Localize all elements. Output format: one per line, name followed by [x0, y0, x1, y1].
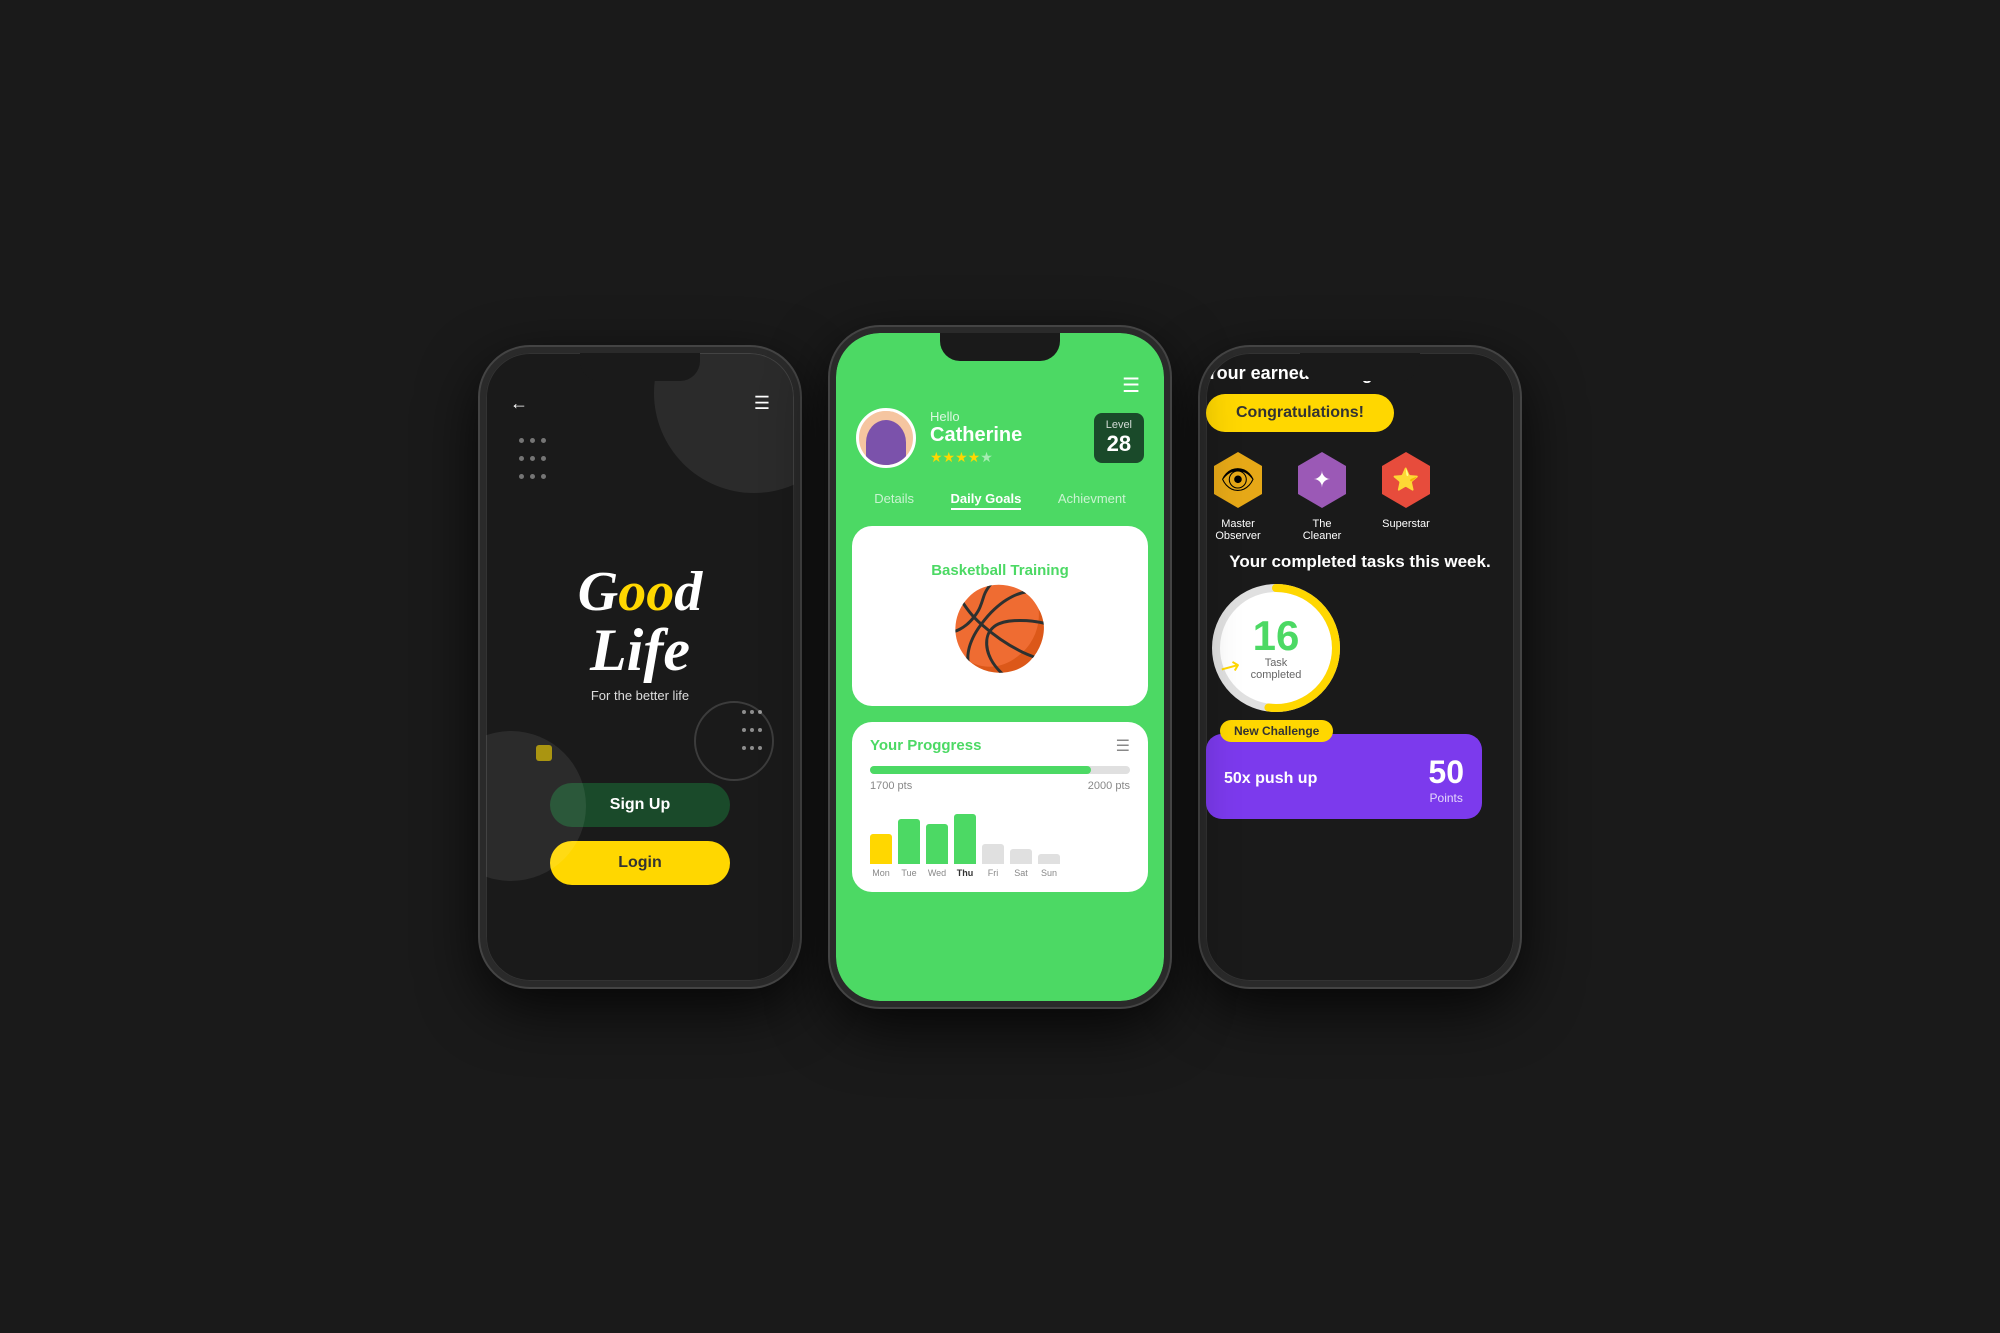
congrats-button[interactable]: Congratulations! — [1206, 394, 1394, 432]
challenge-name: 50x push up — [1224, 770, 1317, 788]
logo-area: Good Life For the better life — [486, 564, 794, 703]
notch-3 — [1300, 353, 1420, 381]
tasks-circle: 16 Task completed — [1206, 578, 1346, 718]
avatar-head — [872, 408, 900, 420]
badge-superstar: ⭐ Superstar — [1374, 448, 1438, 542]
notch-1 — [580, 353, 700, 381]
tasks-label: Task completed — [1241, 657, 1311, 681]
tabs: Details Daily Goals Achievment — [836, 483, 1164, 518]
phone-3: Your earned a badge Congratulations! 👁 M… — [1200, 347, 1520, 987]
user-name: Catherine — [930, 424, 1080, 447]
master-observer-name: MasterObserver — [1215, 518, 1260, 542]
phone-2: ☰ Hello Catherine ★★★★★ — [830, 327, 1170, 1007]
badge-the-cleaner: ✦ TheCleaner — [1290, 448, 1354, 542]
challenge-card: New Challenge 50x push up 50 Points — [1206, 734, 1482, 819]
tab-achievement[interactable]: Achievment — [1058, 491, 1126, 510]
progress-track — [870, 766, 1130, 774]
superstar-icon: ⭐ — [1392, 467, 1419, 493]
the-cleaner-icon: ✦ — [1313, 467, 1331, 493]
tab-daily-goals[interactable]: Daily Goals — [951, 491, 1022, 510]
progress-card: Your Proggress ☰ 1700 pts 2000 pts — [852, 722, 1148, 892]
challenge-points-container: 50 Points — [1428, 754, 1464, 805]
back-icon[interactable]: ← — [510, 393, 528, 414]
user-info: Hello Catherine ★★★★★ — [930, 409, 1080, 466]
basketball-icon: 🏀 — [950, 589, 1050, 669]
tagline: For the better life — [486, 688, 794, 703]
avatar — [856, 408, 916, 468]
deco-square — [536, 745, 552, 761]
challenge-pts-label: Points — [1428, 791, 1464, 805]
progress-fill — [870, 766, 1091, 774]
progress-labels: 1700 pts 2000 pts — [870, 780, 1130, 792]
challenge-badge-label: New Challenge — [1220, 720, 1333, 742]
menu-icon-2[interactable]: ☰ — [1122, 373, 1140, 398]
level-badge: Level 28 — [1094, 413, 1144, 463]
completed-tasks-title: Your completed tasks this week. — [1206, 552, 1514, 572]
badge-master-observer: 👁 MasterObserver — [1206, 448, 1270, 542]
bar-chart — [870, 804, 1130, 864]
challenge-points: 50 — [1428, 754, 1464, 791]
progress-start: 1700 pts — [870, 780, 912, 792]
bar-days: Mon Tue Wed Thu Fri Sat Sun — [870, 868, 1130, 878]
level-number: 28 — [1106, 431, 1132, 457]
phone-1: ← ☰ Good Life For the better life Sign U… — [480, 347, 800, 987]
progress-title: Your Proggress — [870, 737, 981, 754]
tab-details[interactable]: Details — [874, 491, 914, 510]
master-observer-icon: 👁 — [1220, 463, 1256, 496]
tasks-number: 16 — [1241, 615, 1311, 657]
superstar-name: Superstar — [1382, 518, 1430, 530]
basketball-card: Basketball Training 🏀 — [852, 526, 1148, 706]
the-cleaner-name: TheCleaner — [1303, 518, 1342, 542]
dot-grid-topleft — [516, 433, 549, 487]
user-hello: Hello — [930, 409, 1080, 424]
progress-end: 2000 pts — [1088, 780, 1130, 792]
level-label: Level — [1106, 419, 1132, 431]
dot-grid-right — [740, 703, 764, 757]
logo-good: Good — [486, 564, 794, 620]
badges-row: 👁 MasterObserver ✦ TheCleaner — [1206, 448, 1514, 542]
user-section: Hello Catherine ★★★★★ Level 28 — [836, 408, 1164, 483]
login-button[interactable]: Login — [550, 841, 730, 885]
user-stars: ★★★★★ — [930, 449, 1080, 466]
basketball-title: Basketball Training — [931, 562, 1069, 579]
notch-2 — [940, 333, 1060, 361]
progress-menu-icon[interactable]: ☰ — [1116, 736, 1130, 756]
logo-life: Life — [486, 620, 794, 680]
